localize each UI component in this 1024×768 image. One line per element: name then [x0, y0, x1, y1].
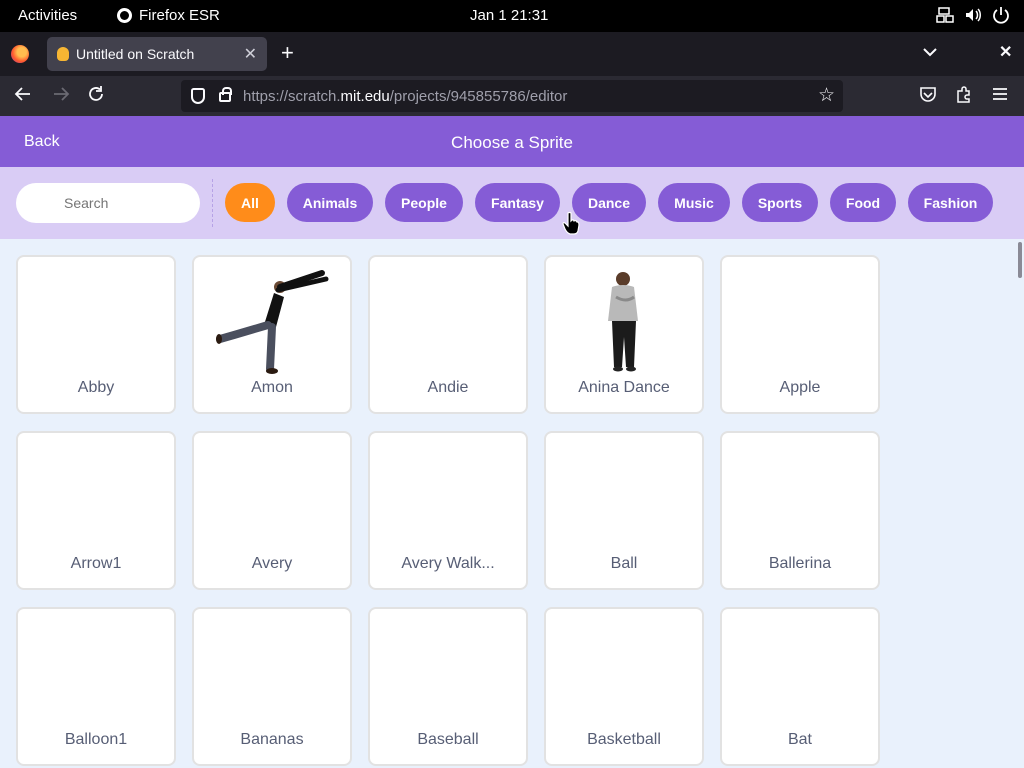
grid-scrollbar[interactable]: [1018, 242, 1022, 278]
browser-tab[interactable]: Untitled on Scratch ✕: [47, 37, 267, 71]
sprite-name: Amon: [251, 379, 293, 396]
sprite-card-balloon1[interactable]: Balloon1: [16, 607, 176, 766]
filter-divider: [212, 179, 213, 227]
window-close-icon[interactable]: ✕: [999, 42, 1012, 62]
sprite-name: Arrow1: [70, 555, 122, 572]
power-icon: [992, 6, 1010, 24]
volume-icon: [964, 6, 982, 24]
sprite-card-arrow1[interactable]: Arrow1: [16, 431, 176, 590]
sprite-card-bananas[interactable]: Bananas: [192, 607, 352, 766]
system-tray[interactable]: [936, 6, 1010, 24]
sprite-card-anina-dance[interactable]: Anina Dance: [544, 255, 704, 414]
sprite-name: Avery Walk...: [401, 555, 495, 572]
tag-animals[interactable]: Animals: [287, 183, 373, 222]
navigation-toolbar: https://scratch.mit.edu/projects/9458557…: [0, 76, 1024, 116]
search-input[interactable]: [16, 183, 200, 223]
extensions-puzzle-icon[interactable]: [955, 85, 973, 108]
tag-dance[interactable]: Dance: [572, 183, 646, 222]
scratch-favicon-icon: [57, 47, 69, 61]
url-text[interactable]: https://scratch.mit.edu/projects/9458557…: [243, 88, 567, 105]
sprite-card-amon[interactable]: Amon: [192, 255, 352, 414]
url-bar[interactable]: https://scratch.mit.edu/projects/9458557…: [181, 80, 843, 112]
sprite-name: Ball: [610, 555, 638, 572]
tag-sports[interactable]: Sports: [742, 183, 818, 222]
sprite-name: Avery: [251, 555, 293, 572]
tab-strip: Untitled on Scratch ✕ + ✕: [0, 32, 1024, 76]
hand-cursor-icon: [562, 211, 580, 235]
sprite-name: Balloon1: [64, 731, 128, 748]
sprite-name: Andie: [427, 379, 469, 396]
sprite-name: Abby: [77, 379, 115, 396]
new-tab-button[interactable]: +: [281, 40, 294, 66]
back-arrow-icon[interactable]: [14, 85, 32, 108]
dancer-standing-figure: [608, 272, 638, 372]
filter-bar: All Animals People Fantasy Dance Music S…: [0, 167, 1024, 239]
tag-fantasy[interactable]: Fantasy: [475, 183, 560, 222]
sprite-name: Bat: [787, 731, 812, 748]
sprite-card-bat[interactable]: Bat: [720, 607, 880, 766]
tag-music[interactable]: Music: [658, 183, 730, 222]
bookmark-star-icon[interactable]: ☆: [818, 84, 835, 107]
forward-arrow-icon[interactable]: [52, 85, 70, 108]
sprite-card-baseball[interactable]: Baseball: [368, 607, 528, 766]
app-menu[interactable]: Firefox ESR: [117, 7, 220, 24]
sprite-name: Bananas: [240, 731, 304, 748]
pocket-icon[interactable]: [919, 85, 937, 108]
library-title: Choose a Sprite: [451, 133, 573, 152]
tag-people[interactable]: People: [385, 183, 463, 222]
sprite-name: Baseball: [417, 731, 479, 748]
reload-icon[interactable]: [87, 85, 105, 108]
sprite-grid: Abby Amon Andie Anina Dance Apple Arrow1…: [0, 239, 1024, 768]
library-header: Back Choose a Sprite: [0, 116, 1024, 167]
sprite-card-abby[interactable]: Abby: [16, 255, 176, 414]
sprite-name: Ballerina: [768, 555, 832, 572]
sprite-name: Apple: [779, 379, 821, 396]
tab-close-icon[interactable]: ✕: [244, 44, 257, 64]
tag-food[interactable]: Food: [830, 183, 896, 222]
activities-button[interactable]: Activities: [18, 7, 77, 24]
hamburger-menu-icon[interactable]: [991, 85, 1009, 108]
sprite-name: Anina Dance: [578, 379, 670, 396]
app-name: Firefox ESR: [139, 7, 220, 24]
dancer-kicking-figure: [216, 270, 329, 374]
sprite-card-apple[interactable]: Apple: [720, 255, 880, 414]
list-tabs-chevron-icon[interactable]: [923, 44, 937, 60]
sprite-card-ball[interactable]: Ball: [544, 431, 704, 590]
clock[interactable]: Jan 1 21:31: [470, 7, 548, 24]
tracking-protection-shield-icon[interactable]: [191, 88, 205, 104]
tab-title: Untitled on Scratch: [76, 46, 195, 62]
sprite-card-avery-walking[interactable]: Avery Walk...: [368, 431, 528, 590]
sprite-card-ballerina[interactable]: Ballerina: [720, 431, 880, 590]
lock-icon[interactable]: [219, 87, 232, 102]
network-icon: [936, 6, 954, 24]
sprite-name: Basketball: [587, 731, 661, 748]
tag-fashion[interactable]: Fashion: [908, 183, 993, 222]
sprite-card-avery[interactable]: Avery: [192, 431, 352, 590]
firefox-icon: [117, 8, 132, 23]
sprite-card-basketball[interactable]: Basketball: [544, 607, 704, 766]
sprite-card-andie[interactable]: Andie: [368, 255, 528, 414]
tag-all[interactable]: All: [225, 183, 275, 222]
system-top-bar: Activities Firefox ESR Jan 1 21:31: [0, 0, 1024, 32]
firefox-view-icon[interactable]: [11, 45, 29, 63]
